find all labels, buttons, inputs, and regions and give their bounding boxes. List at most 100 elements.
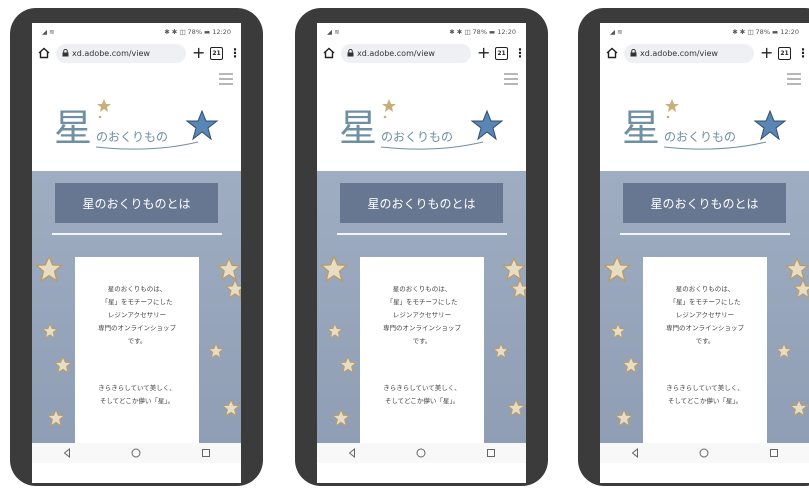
intro-card: 星のおくりものは、 「星」をモチーフにした レジンアクセサリー 専門のオンラインショッ… xyxy=(360,257,484,463)
gold-star-icon xyxy=(320,255,348,283)
home-circle-icon[interactable] xyxy=(131,448,141,458)
intro-paragraph-1: 星のおくりものは、 「星」をモチーフにした レジンアクセサリー 専門のオンラインショッ… xyxy=(360,283,484,348)
url-field[interactable]: xd.adobe.com/view xyxy=(56,43,186,63)
intro-card: 星のおくりものは、 「星」をモチーフにした レジンアクセサリー 専門のオンラインショッ… xyxy=(643,257,767,463)
intro-line: 星のおくりものは、 xyxy=(675,285,735,293)
browser-menu-icon[interactable]: ⋮ xyxy=(229,46,241,60)
intro-paragraph-2: きらきらしていて美しく、 そしてどこか儚い「星」。 xyxy=(360,382,484,408)
intro-card: 星のおくりものは、 「星」をモチーフにした レジンアクセサリー 専門のオンラインショッ… xyxy=(75,257,199,463)
blue-star-icon xyxy=(470,109,504,141)
web-page: 星 のおくりもの 星のおくりものとは 星のおくりものは、 「星」をモチーフにしたレ… xyxy=(600,65,809,463)
tab-switcher-button[interactable]: 21 xyxy=(495,46,508,60)
recents-icon[interactable] xyxy=(486,448,496,458)
hamburger-menu-icon[interactable] xyxy=(219,73,233,85)
site-logo[interactable]: 星 のおくりもの xyxy=(620,97,790,157)
home-circle-icon[interactable] xyxy=(699,448,709,458)
intro-line: です。 xyxy=(695,337,715,345)
system-nav-bar xyxy=(600,443,809,463)
about-section: 星のおくりものとは 星のおくりものは、 「星」をモチーフにした レジンアクセサリー専… xyxy=(317,171,526,463)
gold-star-icon xyxy=(332,409,350,427)
intro-line: そしてどこか儚い「星」。 xyxy=(384,397,460,405)
hamburger-menu-icon[interactable] xyxy=(787,73,801,85)
hamburger-menu-icon[interactable] xyxy=(504,73,518,85)
new-tab-icon[interactable]: + xyxy=(760,45,773,61)
intro-line: きらきらしていて美しく、 xyxy=(98,384,176,392)
section-divider xyxy=(620,233,790,235)
tab-switcher-button[interactable]: 21 xyxy=(778,46,791,60)
browser-toolbar: xd.adobe.com/view + 21 ⋮ xyxy=(32,41,241,65)
recents-icon[interactable] xyxy=(769,448,779,458)
url-field[interactable]: xd.adobe.com/view xyxy=(624,43,754,63)
about-section: 星のおくりものとは 星のおくりものは、 「星」をモチーフにした レジンアクセサリー専… xyxy=(600,171,809,463)
gold-star-icon xyxy=(225,279,241,299)
intro-line: そしてどこか儚い「星」。 xyxy=(667,397,743,405)
gold-star-icon xyxy=(493,343,509,359)
phone-screen: ◢ ≋ ✱ ✱ ◫ 78% ▬ 12:20 xd.adobe.com/view … xyxy=(600,23,809,483)
browser-menu-icon[interactable]: ⋮ xyxy=(514,46,526,60)
gold-star-icon xyxy=(208,343,224,359)
logo-kanji: 星 xyxy=(54,106,92,150)
back-icon[interactable] xyxy=(630,448,640,458)
battery-time-indicator: ✱ ✱ ◫ 78% ▬ 12:20 xyxy=(732,28,799,36)
gold-star-icon xyxy=(776,343,792,359)
lock-icon xyxy=(62,49,69,57)
intro-line: です。 xyxy=(412,337,432,345)
site-logo[interactable]: 星 のおくりもの xyxy=(337,97,507,157)
site-logo[interactable]: 星 のおくりもの xyxy=(52,97,222,157)
gold-star-icon xyxy=(790,399,808,417)
logo-kanji: 星 xyxy=(339,106,377,150)
section-title: 星のおくりものとは xyxy=(367,196,476,211)
back-icon[interactable] xyxy=(62,448,72,458)
intro-line: きらきらしていて美しく、 xyxy=(666,384,744,392)
system-nav-bar xyxy=(32,443,241,463)
section-divider xyxy=(52,233,222,235)
home-icon[interactable] xyxy=(606,47,618,59)
web-page: 星 のおくりもの 星のおくりものとは 星のおくりものは、 「星」をモチーフにしたレ… xyxy=(317,65,526,463)
gold-star-icon xyxy=(327,323,343,339)
gold-star-icon xyxy=(507,399,525,417)
signal-wifi-indicator: ◢ ≋ xyxy=(42,28,55,36)
intro-paragraph-2: きらきらしていて美しく、 そしてどこか儚い「星」。 xyxy=(75,382,199,408)
signal-wifi-indicator: ◢ ≋ xyxy=(327,28,340,36)
gold-star-icon xyxy=(502,257,526,281)
browser-toolbar: xd.adobe.com/view + 21 ⋮ xyxy=(600,41,809,65)
intro-line: です。 xyxy=(127,337,147,345)
small-star-icon xyxy=(97,99,111,112)
intro-paragraph-1: 星のおくりものは、 「星」をモチーフにした レジンアクセサリー 専門のオンラインショッ… xyxy=(643,283,767,348)
status-bar: ◢ ≋ ✱ ✱ ◫ 78% ▬ 12:20 xyxy=(32,23,241,41)
phone-frame: ◢ ≋ ✱ ✱ ◫ 78% ▬ 12:20 xd.adobe.com/view … xyxy=(10,8,263,486)
gold-star-icon xyxy=(793,279,809,299)
logo-kana: のおくりもの xyxy=(664,130,736,144)
browser-toolbar: xd.adobe.com/view + 21 ⋮ xyxy=(317,41,526,65)
gold-star-icon xyxy=(339,356,357,374)
gold-star-icon xyxy=(54,356,72,374)
gold-star-icon xyxy=(35,255,63,283)
section-title-button[interactable]: 星のおくりものとは xyxy=(340,183,503,223)
phone-screen: ◢ ≋ ✱ ✱ ◫ 78% ▬ 12:20 xd.adobe.com/view … xyxy=(317,23,526,483)
status-bar: ◢ ≋ ✱ ✱ ◫ 78% ▬ 12:20 xyxy=(317,23,526,41)
tab-count: 21 xyxy=(780,49,789,57)
gold-star-icon xyxy=(622,356,640,374)
logo-kana: のおくりもの xyxy=(96,130,168,144)
logo-kana: のおくりもの xyxy=(381,130,453,144)
back-icon[interactable] xyxy=(347,448,357,458)
tab-switcher-button[interactable]: 21 xyxy=(210,46,223,60)
intro-line: 専門のオンラインショップ xyxy=(98,324,176,332)
section-title-button[interactable]: 星のおくりものとは xyxy=(623,183,786,223)
small-star-icon xyxy=(382,99,396,112)
intro-line: 専門のオンラインショップ xyxy=(666,324,744,332)
url-field[interactable]: xd.adobe.com/view xyxy=(341,43,471,63)
browser-menu-icon[interactable]: ⋮ xyxy=(797,46,809,60)
battery-time-indicator: ✱ ✱ ◫ 78% ▬ 12:20 xyxy=(164,28,231,36)
new-tab-icon[interactable]: + xyxy=(477,45,490,61)
section-title-button[interactable]: 星のおくりものとは xyxy=(55,183,218,223)
home-icon[interactable] xyxy=(38,47,50,59)
section-title: 星のおくりものとは xyxy=(82,196,191,211)
home-icon[interactable] xyxy=(323,47,335,59)
home-circle-icon[interactable] xyxy=(416,448,426,458)
new-tab-icon[interactable]: + xyxy=(192,45,205,61)
intro-line: 「星」をモチーフにした xyxy=(101,298,173,306)
recents-icon[interactable] xyxy=(201,448,211,458)
url-text: xd.adobe.com/view xyxy=(72,48,150,58)
gold-star-icon xyxy=(47,409,65,427)
